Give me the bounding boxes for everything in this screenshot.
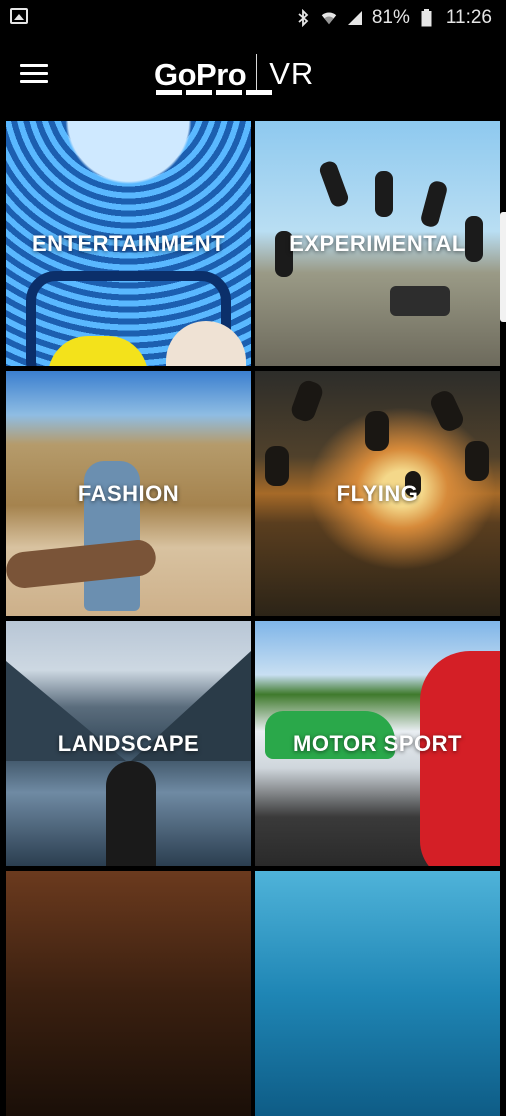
hamburger-icon[interactable] (20, 64, 48, 84)
logo-suffix: VR (269, 56, 315, 91)
signal-icon (346, 9, 364, 27)
clock: 11:26 (445, 7, 492, 28)
ocean-image (255, 871, 500, 1116)
category-tile-partial-1[interactable] (6, 871, 251, 1116)
logo-divider (256, 54, 258, 94)
wifi-icon (320, 9, 338, 27)
category-tile-experimental[interactable]: EXPERIMENTAL (255, 121, 500, 366)
category-label: FLYING (336, 480, 419, 506)
battery-percent: 81% (371, 7, 410, 28)
category-label: EXPERIMENTAL (289, 230, 466, 256)
category-label: MOTOR SPORT (293, 730, 462, 756)
gallery-icon (10, 8, 28, 24)
category-tile-motor-sport[interactable]: MOTOR SPORT (255, 621, 500, 866)
logo-brand: GoPro (154, 56, 247, 92)
app-bar: GoPro VR (0, 36, 506, 112)
concert-image (6, 871, 251, 1116)
category-tile-partial-2[interactable] (255, 871, 500, 1116)
edge-panel-handle[interactable] (500, 212, 506, 322)
status-icons: 81% 11:26 (294, 6, 492, 30)
category-grid: ENTERTAINMENT EXPERIMENTAL FASHION FLYIN… (6, 121, 500, 1116)
category-tile-landscape[interactable]: LANDSCAPE (6, 621, 251, 866)
logo-bars (156, 90, 272, 95)
category-label: LANDSCAPE (57, 730, 200, 756)
bluetooth-icon (294, 9, 312, 27)
battery-icon (418, 9, 436, 27)
status-bar: 81% 11:26 (0, 0, 506, 36)
category-label: FASHION (77, 480, 180, 506)
category-label: ENTERTAINMENT (31, 230, 226, 256)
category-tile-entertainment[interactable]: ENTERTAINMENT (6, 121, 251, 366)
gopro-vr-logo: GoPro VR (154, 52, 314, 96)
category-tile-fashion[interactable]: FASHION (6, 371, 251, 616)
category-tile-flying[interactable]: FLYING (255, 371, 500, 616)
